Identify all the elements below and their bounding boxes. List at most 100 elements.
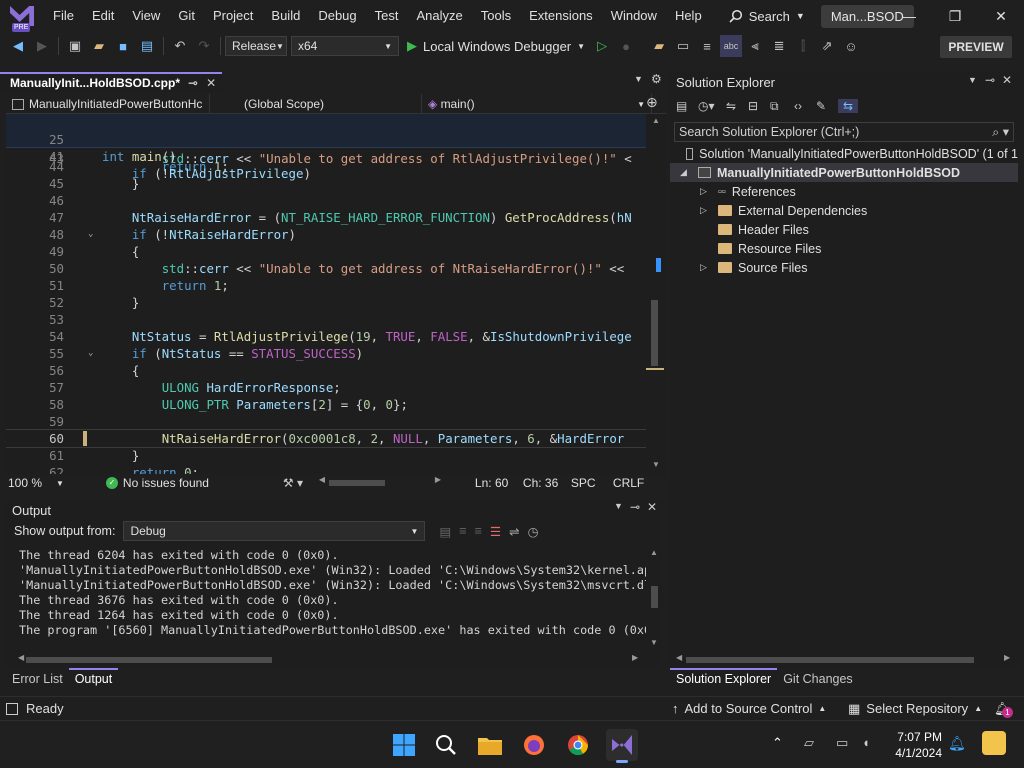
layout-button[interactable]: ▭: [672, 35, 694, 57]
tree-item-source-files[interactable]: ▷ Source Files: [670, 258, 1018, 277]
split-editor-icon[interactable]: ⊕: [646, 94, 658, 111]
scroll-down-icon[interactable]: ▼: [652, 460, 660, 469]
expanded-chevron-icon[interactable]: ◢: [680, 167, 698, 178]
chevron-down-icon[interactable]: ▼: [56, 479, 64, 488]
tab-solution-explorer[interactable]: Solution Explorer: [670, 668, 778, 690]
tab-output[interactable]: Output: [68, 668, 119, 690]
open-file-button[interactable]: ▰: [88, 35, 110, 57]
editor-horizontal-scrollbar[interactable]: ◀ ▶: [319, 475, 453, 487]
solution-configuration-select[interactable]: Release ▼: [225, 36, 287, 56]
menu-window[interactable]: Window: [602, 0, 666, 32]
solution-horizontal-scrollbar[interactable]: ◀ ▶: [676, 653, 1012, 664]
add-to-source-control-button[interactable]: ↑ Add to Source Control ▲: [672, 701, 826, 716]
redo-button[interactable]: ↷: [193, 35, 215, 57]
line-ending-indicator[interactable]: CRLF: [613, 476, 653, 490]
pin-icon[interactable]: ⊸: [630, 500, 640, 514]
collapsed-chevron-icon[interactable]: ▷: [700, 205, 718, 216]
zoom-level[interactable]: 100 %: [6, 476, 56, 490]
tab-list-dropdown-icon[interactable]: ▼: [634, 74, 643, 84]
gear-icon[interactable]: ⚙: [651, 72, 662, 86]
wrench-icon[interactable]: ✎: [816, 99, 834, 113]
new-project-button[interactable]: ▣: [64, 35, 86, 57]
tree-item-header-files[interactable]: Header Files: [670, 220, 1018, 239]
network-disconnected-icon[interactable]: ▱: [804, 735, 814, 751]
visual-studio-taskbar-button[interactable]: [606, 729, 638, 763]
issues-status[interactable]: No issues found: [123, 476, 283, 490]
tree-item-references[interactable]: ▷ ▫▫ References: [670, 182, 1018, 201]
sticky-scroll-header[interactable]: 25 int main() 41 if (!RtlAdjustPrivilege…: [6, 114, 646, 181]
minimize-button[interactable]: —: [886, 0, 932, 32]
output-horizontal-scrollbar[interactable]: ◀ ▶: [18, 653, 648, 664]
start-button[interactable]: [388, 729, 420, 761]
close-icon[interactable]: ✕: [647, 500, 657, 514]
chrome-taskbar-button[interactable]: [562, 729, 594, 761]
scroll-down-icon[interactable]: ▼: [650, 638, 658, 647]
volume-icon[interactable]: ◖: [862, 735, 870, 750]
menu-tools[interactable]: Tools: [472, 0, 520, 32]
clock-icon[interactable]: ◷: [528, 524, 539, 539]
firefox-taskbar-button[interactable]: [518, 729, 550, 761]
cleanup-brush-icon[interactable]: ⚒ ▾: [283, 476, 319, 490]
taskbar-search-button[interactable]: [430, 729, 462, 761]
spell-check-toggle[interactable]: abc: [720, 35, 743, 57]
code-view-icon[interactable]: ‹›: [794, 99, 812, 113]
undo-button[interactable]: ↶: [169, 35, 191, 57]
solution-platform-select[interactable]: x64 ▼: [291, 36, 399, 56]
output-source-select[interactable]: Debug ▼: [123, 521, 426, 541]
visual-studio-logo-icon[interactable]: PRE: [10, 4, 34, 32]
menu-build[interactable]: Build: [262, 0, 309, 32]
close-icon[interactable]: ✕: [1002, 73, 1012, 87]
uncomment-button[interactable]: ⫿: [792, 35, 814, 57]
notification-bell-icon[interactable]: 🔔︎: [948, 735, 966, 752]
live-share-button[interactable]: ⇗: [816, 35, 838, 57]
line-indicator[interactable]: Ln: 60: [475, 476, 523, 490]
tab-git-changes[interactable]: Git Changes: [777, 668, 858, 690]
close-icon[interactable]: ✕: [206, 76, 216, 90]
menu-test[interactable]: Test: [366, 0, 408, 32]
display-icon[interactable]: ▭: [836, 735, 848, 751]
project-dropdown[interactable]: ManuallyInitiatedPowerButtonHc: [6, 94, 210, 114]
scroll-right-icon[interactable]: ▶: [1004, 653, 1010, 662]
scroll-left-icon[interactable]: ◀: [18, 653, 24, 662]
save-button[interactable]: ■: [112, 35, 134, 57]
output-vertical-scrollbar[interactable]: ▲ ▼: [648, 548, 660, 652]
select-repository-button[interactable]: ▦ Select Repository ▲: [848, 701, 982, 717]
solution-search-box[interactable]: Search Solution Explorer (Ctrl+;) ⌕ ▾: [674, 122, 1014, 142]
scroll-left-icon[interactable]: ◀: [676, 653, 682, 662]
member-dropdown[interactable]: ◈ main() ▼: [422, 94, 652, 114]
collapse-chevron-icon[interactable]: ⌄: [88, 345, 93, 362]
tree-item-resource-files[interactable]: Resource Files: [670, 239, 1018, 258]
tab-error-list[interactable]: Error List: [6, 668, 69, 690]
next-message-icon[interactable]: ≡: [475, 524, 482, 538]
scroll-right-icon[interactable]: ▶: [632, 653, 638, 662]
code-editor[interactable]: 25 int main() 41 if (!RtlAdjustPrivilege…: [6, 114, 646, 474]
scroll-left-icon[interactable]: ◀: [319, 475, 325, 484]
collapse-chevron-icon[interactable]: ⌄: [88, 226, 93, 243]
menu-extensions[interactable]: Extensions: [520, 0, 602, 32]
close-window-button[interactable]: ✕: [978, 0, 1024, 32]
menu-git[interactable]: Git: [169, 0, 204, 32]
align-button[interactable]: ⫷: [744, 35, 766, 57]
menu-debug[interactable]: Debug: [309, 0, 365, 32]
format-button[interactable]: ≡: [696, 35, 718, 57]
chevron-down-icon[interactable]: ▼: [968, 75, 977, 85]
start-without-debugging-button[interactable]: ▷: [591, 35, 613, 57]
navigate-forward-button[interactable]: ▶: [31, 35, 53, 57]
scroll-right-icon[interactable]: ▶: [435, 475, 441, 484]
menu-help[interactable]: Help: [666, 0, 711, 32]
copilot-button[interactable]: ☺: [840, 35, 862, 57]
editor-vertical-scrollbar[interactable]: ▲ ▼: [646, 114, 666, 474]
collapsed-chevron-icon[interactable]: ▷: [700, 186, 718, 197]
tree-solution-node[interactable]: Solution 'ManuallyInitiatedPowerButtonHo…: [670, 144, 1018, 163]
scroll-up-icon[interactable]: ▲: [652, 116, 660, 125]
collapse-all-icon[interactable]: ⊟: [748, 99, 766, 113]
tree-project-node[interactable]: ◢ ManuallyInitiatedPowerButtonHoldBSOD: [670, 163, 1018, 182]
maximize-button[interactable]: ❐: [932, 0, 978, 32]
file-explorer-button[interactable]: ▰: [648, 35, 670, 57]
save-all-button[interactable]: ▤: [136, 35, 158, 57]
scrollbar-thumb[interactable]: [651, 300, 658, 366]
tree-item-external-dependencies[interactable]: ▷ External Dependencies: [670, 201, 1018, 220]
file-explorer-taskbar-button[interactable]: [474, 729, 506, 761]
chevron-down-icon[interactable]: ▼: [614, 501, 623, 511]
scope-dropdown[interactable]: (Global Scope): [210, 94, 422, 114]
